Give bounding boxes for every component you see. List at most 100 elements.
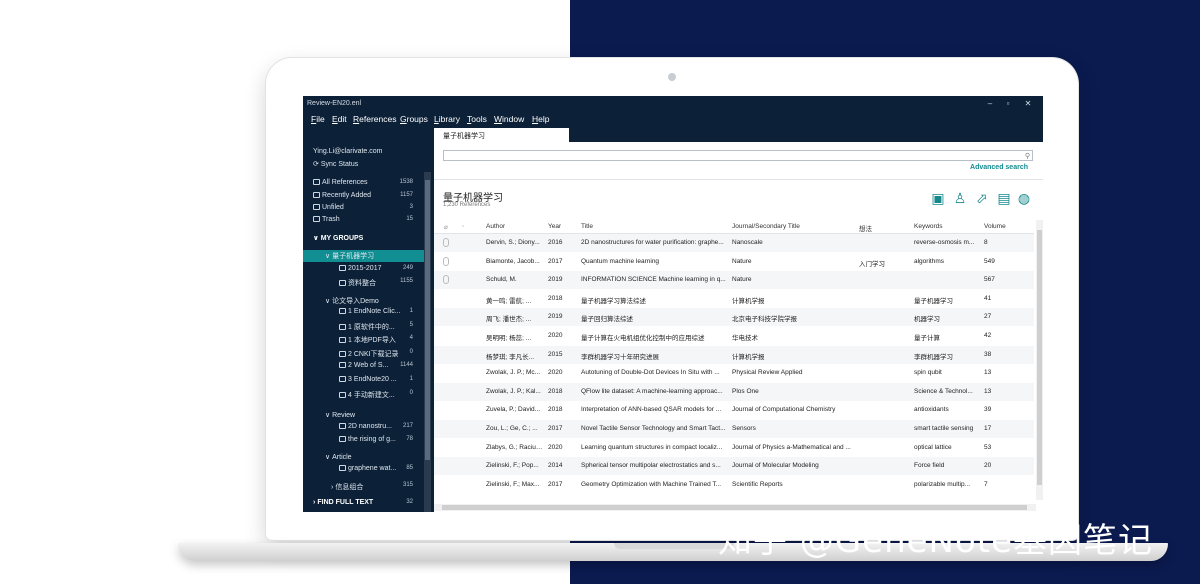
group-item[interactable]: 2 CNKI下载记录 0 — [303, 348, 424, 360]
table-row[interactable]: 杨梦琪; 李凡长... 2015 李群机器学习十年研究进展 计算机学报 李群机器学习 38 — [434, 345, 1034, 364]
table-hscroll-thumb[interactable] — [442, 505, 1027, 510]
sidebar-scrollbar[interactable] — [424, 172, 431, 512]
group-icon — [339, 465, 346, 471]
group-set-demo[interactable]: ∨ 论文导入Demo — [303, 295, 424, 307]
minimize-icon[interactable]: – — [985, 99, 995, 108]
table-row[interactable]: Zielinski, F.; Pop... 2014 Spherical tenso… — [434, 457, 1034, 476]
table-row[interactable]: 黄一鸣; 雷航; ... 2018 量子机器学习算法综述 计算机学报 量子机器学习 41 — [434, 290, 1034, 308]
menu-edit[interactable]: Edit — [332, 114, 347, 124]
col-journal[interactable]: Journal/Secondary Title — [732, 223, 800, 230]
add-user-icon[interactable]: ♙ — [952, 190, 968, 206]
pdf-icon[interactable]: ▤ — [996, 190, 1012, 206]
sidebar-scroll-thumb[interactable] — [425, 180, 430, 460]
search-input[interactable]: ⚲ — [443, 150, 1033, 161]
account-email[interactable]: Ying.Li@clarivate.com — [303, 147, 424, 159]
group-item[interactable]: 2 Web of S... 1144 — [303, 361, 424, 373]
item-count: 15 — [406, 216, 413, 222]
close-icon[interactable]: ✕ — [1023, 99, 1033, 108]
group-set-quantum-ml[interactable]: ∨ 量子机器学习 — [303, 250, 424, 262]
sidebar-item-label: 2D nanostru... — [348, 423, 392, 430]
paperclip-icon[interactable] — [443, 238, 449, 247]
group-item[interactable]: 2D nanostru... 217 — [303, 422, 424, 434]
table-row[interactable]: Zielinski, F.; Max... 2017 Geometry Optimi… — [434, 476, 1034, 494]
menu-accelerator: W — [494, 114, 503, 124]
menu-label: dit — [337, 114, 347, 124]
chevron-icon[interactable]: ∨ — [325, 454, 330, 461]
group-item[interactable]: 3 EndNote20 ... 1 — [303, 375, 424, 387]
chevron-icon[interactable]: ∨ — [325, 253, 330, 260]
group-item[interactable]: graphene wat... 85 — [303, 464, 424, 476]
cell-title: 2D nanostructures for water purification… — [581, 239, 724, 246]
paperclip-icon[interactable] — [443, 256, 449, 266]
cell-year: 2018 — [548, 387, 563, 395]
sidebar-item-label: 论文导入Demo — [332, 298, 379, 305]
my-groups-header[interactable]: ∨ MY GROUPS — [303, 233, 424, 245]
cell-volume: 39 — [984, 406, 992, 414]
sync-icon[interactable]: ⟳ — [313, 161, 319, 168]
cell-volume: 13 — [984, 369, 992, 377]
sidebar-item-library[interactable]: All References 1538 — [303, 178, 424, 190]
table-row[interactable]: Biamonte, Jacob... 2017 Quantum machine le… — [434, 253, 1034, 271]
table-hscrollbar[interactable] — [434, 504, 1036, 511]
table-row[interactable]: Dervin, S.; Diony... 2016 2D nanostructure… — [434, 234, 1034, 252]
menu-tools[interactable]: Tools — [467, 114, 487, 124]
paperclip-icon[interactable] — [443, 275, 449, 285]
chevron-icon[interactable]: › — [331, 484, 333, 491]
table-row[interactable]: Zuvela, P.; David... 2018 Interpretation o… — [434, 401, 1034, 419]
group-set-review[interactable]: ∨ Review — [303, 410, 424, 422]
table-header: ⌀ ▫ Author Year Title Journal/Secondary … — [434, 220, 1034, 234]
sync-status[interactable]: ⟳ Sync Status — [303, 159, 424, 171]
attachment-icon[interactable]: ⌀ — [444, 223, 448, 231]
table-vscrollbar[interactable] — [1036, 220, 1043, 500]
group-item[interactable]: 4 手动新建文... 0 — [303, 389, 424, 401]
restore-icon[interactable]: ▫ — [1003, 99, 1013, 108]
chevron-icon[interactable]: ∨ — [313, 235, 319, 242]
group-item[interactable]: the rising of g... 78 — [303, 435, 424, 447]
find-full-text[interactable]: › FIND FULL TEXT 32 — [303, 498, 424, 510]
table-row[interactable]: 周飞; 潘世杰; ... 2019 量子回归算法综述 北京电子科技学院学报 机器学习 27 — [434, 308, 1034, 327]
clipboard-plus-icon[interactable]: ▣ — [930, 190, 946, 206]
group-item[interactable]: 1 本地PDF导入 4 — [303, 334, 424, 346]
col-notes[interactable]: 想法 — [859, 223, 872, 233]
chevron-icon[interactable]: ∨ — [325, 298, 330, 305]
group-item[interactable]: 资料整合 1155 — [303, 277, 424, 289]
tab-group[interactable]: 量子机器学习 — [434, 128, 569, 142]
cell-title: INFORMATION SCIENCE Machine learning in … — [581, 276, 726, 284]
table-row[interactable]: Zou, L.; Ge, C.; ... 2017 Novel Tactile Se… — [434, 420, 1034, 438]
menu-library[interactable]: Library — [434, 114, 460, 124]
advanced-search-link[interactable]: Advanced search — [970, 164, 1028, 171]
cell-journal: 计算机学报 — [732, 297, 765, 305]
col-volume[interactable]: Volume — [984, 223, 1006, 230]
table-row[interactable]: Zwolak, J. P.; Kal... 2018 QFlow lite data… — [434, 382, 1034, 401]
sidebar-item-library[interactable]: Unfiled 3 — [303, 203, 424, 215]
table-row[interactable]: Zlabys, G.; Racius... 2020 Learning quantu… — [434, 439, 1034, 457]
read-status-icon[interactable]: ▫ — [462, 223, 464, 230]
sidebar-item-label: FIND FULL TEXT — [317, 499, 374, 506]
table-vscroll-thumb[interactable] — [1037, 230, 1042, 485]
group-item[interactable]: 2015-2017 249 — [303, 264, 424, 276]
menu-references[interactable]: References — [353, 114, 396, 124]
chevron-icon[interactable]: › — [313, 499, 315, 506]
menu-help[interactable]: Help — [532, 114, 549, 124]
table-row[interactable]: 吴明明; 杨蕊; ... 2020 量子计算在火电机组优化控制中的应用综述 华电技术 量… — [434, 327, 1034, 345]
menu-groups[interactable]: Groups — [400, 114, 428, 124]
table-row[interactable]: Schuld, M. 2019 INFORMATION SCIENCE Machin… — [434, 271, 1034, 290]
group-set-info[interactable]: › 信息组合 315 — [303, 481, 424, 493]
globe-icon[interactable]: ◍ — [1016, 190, 1032, 206]
menu-window[interactable]: Window — [494, 114, 524, 124]
table-row[interactable]: Zwolak, J. P.; Mc... 2020 Autotuning of Do… — [434, 364, 1034, 382]
col-keywords[interactable]: Keywords — [914, 223, 943, 230]
menu-file[interactable]: File — [311, 114, 325, 124]
col-author[interactable]: Author — [486, 223, 505, 230]
col-title[interactable]: Title — [581, 223, 593, 230]
cell-title: Geometry Optimization with Machine Train… — [581, 480, 722, 488]
chevron-icon[interactable]: ∨ — [325, 412, 330, 419]
col-year[interactable]: Year — [548, 223, 561, 230]
sidebar-item-library[interactable]: Trash 15 — [303, 215, 424, 227]
group-item[interactable]: 1 EndNote Clic... 1 — [303, 307, 424, 319]
sidebar-item-library[interactable]: Recently Added 1157 — [303, 191, 424, 203]
share-icon[interactable]: ⬀ — [974, 190, 990, 206]
search-icon[interactable]: ⚲ — [1025, 152, 1030, 160]
group-set-article[interactable]: ∨ Article — [303, 452, 424, 464]
group-item[interactable]: 1 原软件中的... 5 — [303, 321, 424, 333]
